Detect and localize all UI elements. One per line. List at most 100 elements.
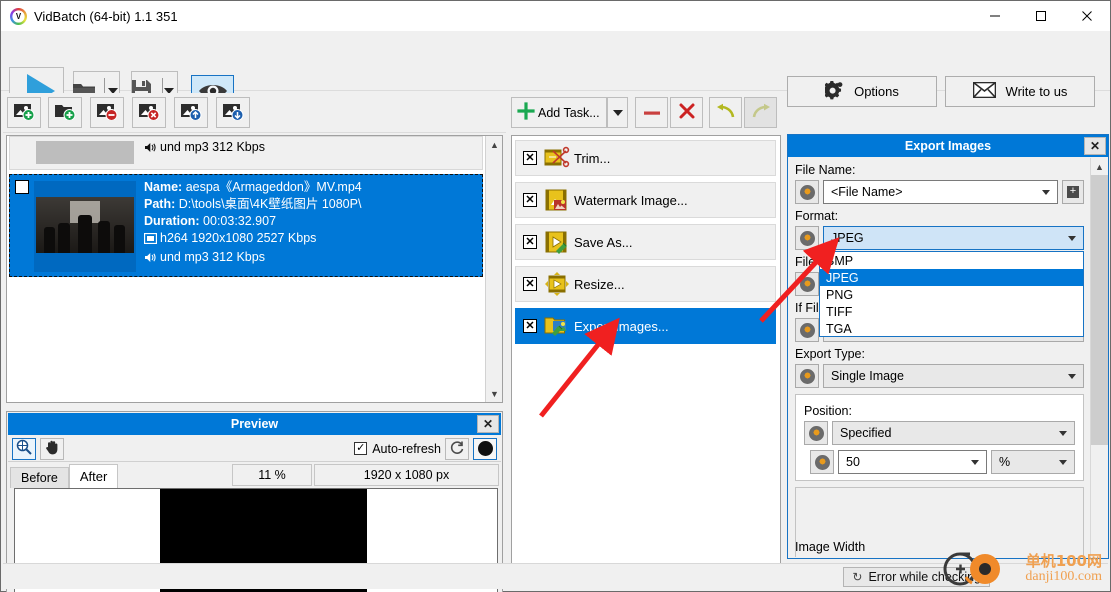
task-item-trim[interactable]: ✕ Trim...: [515, 140, 776, 176]
add-file-name-token-button[interactable]: +: [1062, 180, 1084, 204]
remove-file-button[interactable]: [90, 97, 124, 128]
zoom-tool-button[interactable]: [12, 437, 36, 460]
tab-before[interactable]: Before: [10, 467, 69, 488]
redo-arrow-icon: [751, 103, 771, 122]
window-title: VidBatch (64-bit) 1.1 351: [34, 8, 178, 24]
task-enabled-checkbox[interactable]: ✕: [523, 277, 537, 291]
speaker-icon: [144, 251, 157, 268]
chevron-down-icon: [1059, 431, 1067, 436]
export-type-select[interactable]: Single Image: [823, 364, 1084, 388]
move-up-button[interactable]: [174, 97, 208, 128]
task-item-resize[interactable]: ✕ Resize...: [515, 266, 776, 302]
file-name-input[interactable]: <File Name>: [823, 180, 1058, 204]
zoom-icon: [16, 439, 32, 458]
export-type-knob[interactable]: [795, 364, 819, 388]
task-item-export-images[interactable]: ✕ Export Images...: [515, 308, 776, 344]
maximize-button[interactable]: [1018, 1, 1064, 31]
format-option-tga[interactable]: TGA: [820, 320, 1083, 337]
image-add-icon: [13, 102, 35, 123]
file-list-scrollbar[interactable]: ▲ ▼: [485, 136, 502, 402]
task-enabled-checkbox[interactable]: ✕: [523, 193, 537, 207]
task-enabled-checkbox[interactable]: ✕: [523, 151, 537, 165]
redo-button[interactable]: [744, 97, 777, 128]
add-task-button[interactable]: Add Task...: [511, 97, 607, 128]
tasks-panel: Add Task... ✕ Trim... ✕ Watermark Image.…: [509, 93, 781, 590]
remove-item-checkbox[interactable]: ✕: [15, 180, 29, 194]
file-list-item-selected[interactable]: ✕ Name: aespa《Armageddon》MV.mp4 Path: D:…: [9, 174, 483, 277]
refresh-button[interactable]: [445, 437, 469, 460]
remove-task-button[interactable]: [635, 97, 668, 128]
format-dropdown-list[interactable]: BMP JPEG PNG TIFF TGA: [819, 251, 1084, 337]
format-label: Format:: [795, 209, 839, 223]
position-knob[interactable]: [804, 421, 828, 445]
preview-tabs: Before After: [10, 464, 119, 488]
export-panel-title-bar: Export Images ✕: [788, 135, 1108, 157]
options-button[interactable]: Options: [787, 76, 937, 107]
file-quality-knob[interactable]: [795, 272, 819, 296]
export-panel-scrollbar[interactable]: ▲: [1090, 158, 1108, 557]
position-select[interactable]: Specified: [832, 421, 1075, 445]
auto-refresh-control[interactable]: ✓ Auto-refresh: [354, 442, 441, 456]
main-toolbar: Options Write to us: [1, 31, 1110, 115]
scroll-down-arrow-icon[interactable]: ▼: [486, 385, 502, 402]
chevron-down-icon: [612, 109, 623, 116]
task-item-save-as[interactable]: ✕ Save As...: [515, 224, 776, 260]
tab-after[interactable]: After: [68, 464, 119, 488]
record-button[interactable]: [473, 437, 497, 460]
file-metadata: Name: aespa《Armageddon》MV.mp4 Path: D:\t…: [143, 179, 478, 268]
add-task-dropdown-button[interactable]: [607, 97, 628, 128]
clear-list-button[interactable]: [132, 97, 166, 128]
file-name-row: <File Name> +: [795, 180, 1084, 204]
auto-refresh-label: Auto-refresh: [372, 441, 441, 456]
auto-refresh-checkbox[interactable]: ✓: [354, 442, 368, 455]
image-up-icon: [180, 102, 202, 123]
task-item-watermark-image[interactable]: ✕ Watermark Image...: [515, 182, 776, 218]
format-option-bmp[interactable]: BMP: [820, 252, 1083, 269]
file-path-value: D:\tools\桌面\4K壁纸图片 1080P\: [178, 197, 362, 211]
preview-size-value[interactable]: 1920 x 1080 px: [314, 464, 499, 486]
file-list[interactable]: und mp3 312 Kbps ✕ Name: aespa《Armageddo…: [6, 135, 503, 403]
export-images-icon: [544, 313, 570, 339]
window-controls: [972, 1, 1110, 31]
image-down-icon: [222, 102, 244, 123]
folder-add-icon: [54, 102, 76, 123]
record-dot-icon: [477, 441, 493, 456]
delete-all-tasks-button[interactable]: [670, 97, 703, 128]
move-down-button[interactable]: [216, 97, 250, 128]
add-file-button[interactable]: [7, 97, 41, 128]
scroll-up-arrow-icon[interactable]: ▲: [1091, 158, 1108, 175]
file-list-item[interactable]: und mp3 312 Kbps: [9, 136, 483, 170]
video-thumbnail: [34, 181, 136, 272]
format-select[interactable]: JPEG: [823, 226, 1084, 250]
format-option-png[interactable]: PNG: [820, 286, 1083, 303]
export-images-panel: Export Images ✕ File Name: <File Name> +…: [787, 134, 1109, 559]
task-label: Trim...: [574, 150, 611, 166]
format-option-tiff[interactable]: TIFF: [820, 303, 1083, 320]
scrollbar-thumb[interactable]: [1091, 175, 1108, 445]
preview-close-button[interactable]: ✕: [477, 415, 499, 433]
pan-tool-button[interactable]: [40, 437, 64, 460]
minimize-button[interactable]: [972, 1, 1018, 31]
file-name-preset-knob[interactable]: [795, 180, 819, 204]
watermark-line-2: danji100.com: [1025, 569, 1102, 584]
close-icon: ✕: [1089, 139, 1101, 153]
format-preset-knob[interactable]: [795, 226, 819, 250]
undo-button[interactable]: [709, 97, 742, 128]
if-file-exists-knob[interactable]: [795, 318, 819, 342]
task-enabled-checkbox[interactable]: ✕: [523, 235, 537, 249]
write-to-us-button[interactable]: Write to us: [945, 76, 1095, 107]
format-option-jpeg[interactable]: JPEG: [820, 269, 1083, 286]
spinner-icon: ↻: [852, 570, 863, 584]
close-button[interactable]: [1064, 1, 1110, 31]
export-panel-close-button[interactable]: ✕: [1084, 137, 1106, 155]
scroll-up-arrow-icon[interactable]: ▲: [486, 136, 502, 153]
position-unit-select[interactable]: %: [991, 450, 1075, 474]
trim-scissors-icon: [544, 145, 570, 171]
position-value-knob[interactable]: [810, 450, 834, 474]
preview-zoom-value[interactable]: 11 %: [232, 464, 312, 486]
task-enabled-checkbox[interactable]: ✕: [523, 319, 537, 333]
position-row: Specified: [804, 421, 1075, 445]
position-value-input[interactable]: 50: [838, 450, 987, 474]
task-list[interactable]: ✕ Trim... ✕ Watermark Image... ✕ Save As…: [511, 135, 781, 582]
add-folder-button[interactable]: [48, 97, 82, 128]
